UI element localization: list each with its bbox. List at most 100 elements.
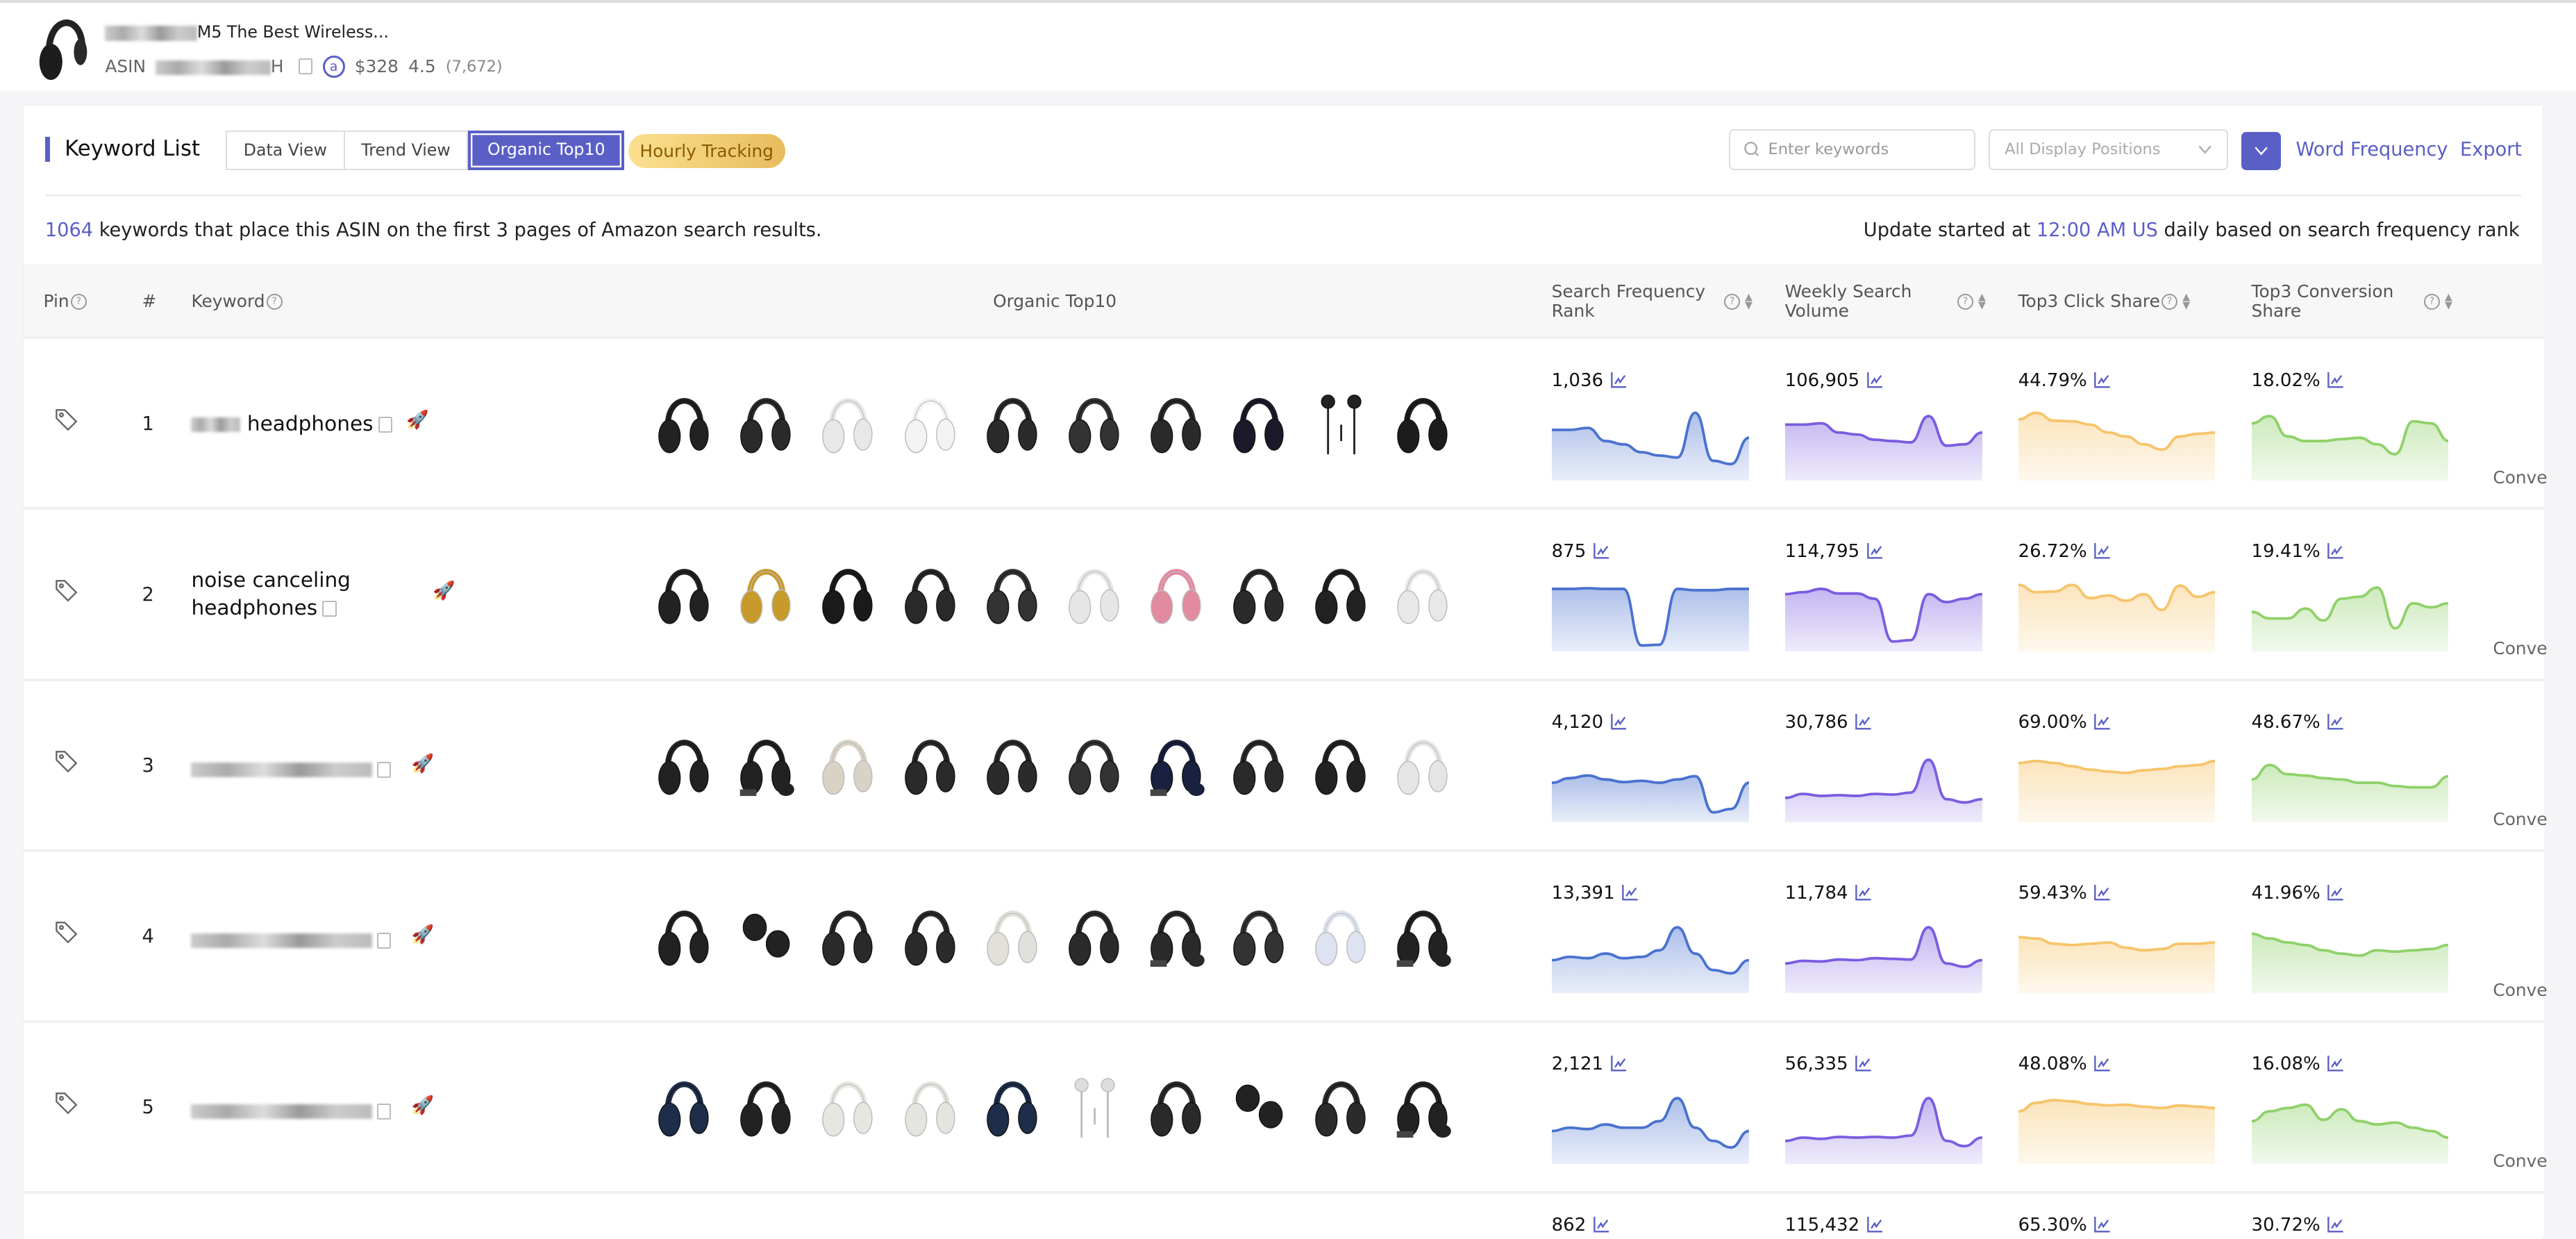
trend-sparkline[interactable]	[2251, 747, 2449, 822]
trend-chart-icon[interactable]	[2327, 713, 2343, 731]
product-thumbnail[interactable]	[983, 553, 1042, 635]
product-thumbnail[interactable]	[737, 382, 796, 464]
header-top3-conversion-share[interactable]: Top3 Conversion Share	[2252, 281, 2408, 322]
tab-organic-top10[interactable]: Organic Top10	[468, 130, 625, 170]
display-position-select[interactable]: All Display Positions	[1988, 128, 2229, 170]
rocket-icon[interactable]: 🚀	[433, 581, 455, 601]
product-thumbnail[interactable]	[737, 553, 796, 635]
product-thumbnail[interactable]	[737, 895, 796, 976]
product-thumbnail[interactable]	[655, 895, 714, 976]
header-weekly-search-volume[interactable]: Weekly Search Volume	[1785, 281, 1933, 322]
pin-tag-icon[interactable]	[55, 921, 78, 944]
product-thumbnail[interactable]	[1230, 553, 1289, 635]
trend-chart-icon[interactable]	[2327, 372, 2343, 389]
keyword-text[interactable]	[191, 1097, 392, 1124]
copy-icon[interactable]	[322, 601, 337, 617]
pin-tag-icon[interactable]	[55, 750, 78, 773]
help-icon[interactable]: ?	[70, 294, 87, 310]
trend-sparkline[interactable]	[2018, 576, 2216, 651]
keyword-text[interactable]	[191, 926, 392, 954]
product-thumbnail[interactable]	[655, 1065, 714, 1147]
product-thumbnail[interactable]	[819, 724, 878, 806]
rocket-icon[interactable]: 🚀	[412, 924, 434, 945]
product-thumbnail[interactable]	[1147, 553, 1206, 635]
product-thumbnail[interactable]	[1312, 1065, 1371, 1147]
product-thumbnail[interactable]	[1230, 895, 1289, 976]
product-thumbnail[interactable]	[1394, 1065, 1453, 1147]
trend-sparkline[interactable]	[2018, 917, 2216, 994]
trend-chart-icon[interactable]	[2093, 1056, 2110, 1072]
trend-sparkline[interactable]	[2018, 1088, 2216, 1165]
keyword-text[interactable]: noise canceling headphones	[191, 566, 371, 622]
tab-data-view[interactable]: Data View	[226, 130, 345, 170]
trend-sparkline[interactable]	[1784, 576, 1982, 651]
trend-chart-icon[interactable]	[1610, 713, 1627, 731]
product-thumbnail[interactable]	[1065, 895, 1124, 976]
trend-chart-icon[interactable]	[1610, 372, 1627, 389]
trend-chart-icon[interactable]	[1855, 713, 1871, 731]
pin-tag-icon[interactable]	[55, 579, 78, 602]
trend-sparkline[interactable]	[1784, 1088, 1982, 1165]
pin-tag-icon[interactable]	[55, 1092, 78, 1115]
product-thumbnail[interactable]	[819, 553, 878, 635]
trend-chart-icon[interactable]	[2093, 884, 2110, 901]
product-thumbnail[interactable]	[1065, 724, 1124, 806]
sort-conversion[interactable]: ? ▲ ▼	[2423, 292, 2452, 311]
product-thumbnail[interactable]	[1312, 724, 1371, 806]
product-thumbnail[interactable]	[1394, 895, 1453, 976]
copy-icon[interactable]	[376, 933, 392, 949]
trend-chart-icon[interactable]	[1621, 884, 1638, 901]
trend-chart-icon[interactable]	[1593, 1216, 1609, 1233]
trend-sparkline[interactable]	[2251, 917, 2449, 994]
trend-chart-icon[interactable]	[1610, 1056, 1627, 1072]
keyword-text[interactable]	[191, 755, 392, 783]
trend-sparkline[interactable]	[2018, 747, 2216, 822]
product-title[interactable]: M5 The Best Wireless...	[105, 22, 389, 42]
product-thumbnail[interactable]	[1312, 895, 1371, 976]
product-thumbnail[interactable]	[1230, 382, 1289, 464]
trend-chart-icon[interactable]	[1866, 1216, 1883, 1233]
trend-sparkline[interactable]	[2251, 1088, 2449, 1165]
product-thumbnail[interactable]	[1312, 382, 1371, 464]
word-frequency-link[interactable]: Word Frequency	[2295, 139, 2448, 160]
copy-icon[interactable]	[378, 417, 393, 433]
product-thumbnail[interactable]	[983, 1065, 1042, 1147]
product-thumbnail[interactable]	[819, 382, 878, 464]
product-thumbnail[interactable]	[1394, 724, 1453, 806]
copy-icon[interactable]	[376, 1104, 392, 1120]
trend-sparkline[interactable]	[1784, 747, 1982, 822]
product-thumbnail[interactable]	[819, 1065, 878, 1147]
amazon-icon[interactable]: a	[322, 55, 345, 78]
trend-sparkline[interactable]	[2251, 405, 2449, 481]
product-thumbnail[interactable]	[1147, 724, 1206, 806]
rocket-icon[interactable]: 🚀	[406, 410, 428, 431]
trend-sparkline[interactable]	[1551, 917, 1749, 994]
rocket-icon[interactable]: 🚀	[412, 1095, 434, 1116]
product-thumbnail[interactable]	[1230, 1065, 1289, 1147]
product-thumbnail[interactable]	[901, 1065, 960, 1147]
filter-dropdown-button[interactable]	[2241, 132, 2282, 170]
keyword-text[interactable]: headphones	[191, 410, 393, 438]
pin-tag-icon[interactable]	[55, 408, 78, 431]
product-thumbnail[interactable]	[1312, 553, 1371, 635]
trend-sparkline[interactable]	[1551, 576, 1749, 651]
trend-chart-icon[interactable]	[2093, 542, 2110, 560]
trend-chart-icon[interactable]	[1855, 1056, 1871, 1072]
trend-chart-icon[interactable]	[2093, 372, 2110, 389]
help-icon[interactable]: ?	[266, 294, 283, 310]
product-thumbnail[interactable]	[1230, 724, 1289, 806]
product-thumbnail[interactable]	[901, 553, 960, 635]
copy-icon[interactable]	[376, 762, 392, 778]
product-thumbnail[interactable]	[655, 382, 714, 464]
trend-sparkline[interactable]	[1551, 1088, 1749, 1165]
trend-chart-icon[interactable]	[2327, 884, 2343, 901]
product-thumbnail[interactable]	[1147, 895, 1206, 976]
header-top3-click-share[interactable]: Top3 Click Share? ▲ ▼	[2018, 291, 2191, 311]
rocket-icon[interactable]: 🚀	[412, 754, 434, 774]
trend-chart-icon[interactable]	[2327, 542, 2343, 560]
product-thumbnail[interactable]	[1147, 1065, 1206, 1147]
trend-chart-icon[interactable]	[2327, 1216, 2343, 1233]
product-thumbnail[interactable]	[655, 553, 714, 635]
trend-sparkline[interactable]	[2251, 576, 2449, 651]
tab-trend-view[interactable]: Trend View	[344, 130, 469, 170]
